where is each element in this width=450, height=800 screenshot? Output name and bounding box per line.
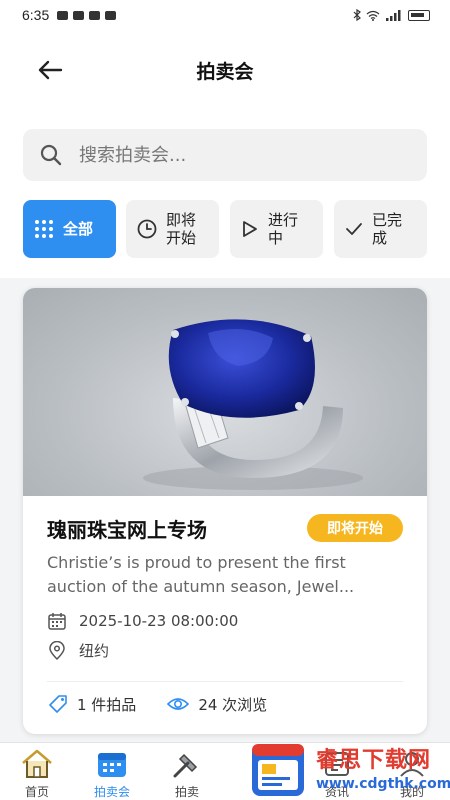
home-icon — [22, 749, 52, 778]
status-filter-bar: 全部 即将 开始 进行 中 已完 成 — [0, 196, 450, 278]
search-input[interactable] — [79, 144, 379, 166]
watermark-url: www.cdgthk.com — [316, 776, 450, 792]
auction-location-row: 纽约 — [47, 640, 109, 661]
auction-card[interactable]: 瑰丽珠宝网上专场 即将开始 Christie’s is proud to pre… — [23, 288, 427, 734]
notification-icons — [57, 10, 117, 20]
calendar-icon — [98, 753, 126, 777]
arrow-left-icon — [38, 60, 63, 80]
nav-home-label: 首页 — [24, 785, 49, 799]
check-icon — [346, 223, 362, 235]
status-bar: 6:35 — [0, 0, 450, 30]
filter-all[interactable]: 全部 — [23, 200, 116, 258]
location-pin-icon — [49, 640, 65, 660]
sapphire-ring-image — [143, 319, 363, 490]
alarm-icon — [105, 10, 117, 20]
play-icon — [243, 221, 257, 237]
nav-auctions[interactable]: 拍卖会 — [82, 749, 142, 800]
filter-completed[interactable]: 已完 成 — [334, 200, 427, 258]
watermark-name: 睿思下载网 — [316, 748, 432, 773]
back-button[interactable] — [34, 56, 66, 84]
auction-cover-image — [23, 288, 427, 496]
header: 拍卖会 — [0, 30, 450, 110]
watermark-logo-icon — [252, 744, 304, 796]
search-icon — [40, 144, 62, 166]
wifi-icon — [366, 10, 380, 21]
nav-auctions-label: 拍卖会 — [93, 785, 130, 799]
tag-icon — [49, 695, 67, 713]
filter-ongoing[interactable]: 进行 中 — [230, 200, 323, 258]
filter-all-label: 全部 — [63, 220, 94, 238]
filter-completed-label: 已完 成 — [372, 211, 403, 247]
page-title: 拍卖会 — [196, 60, 254, 83]
filter-upcoming-label: 即将 开始 — [166, 211, 197, 247]
nfc-icon — [89, 10, 101, 20]
eye-icon — [167, 698, 190, 710]
search-section — [0, 110, 450, 196]
status-time: 6:35 — [22, 7, 50, 23]
clock-icon — [137, 219, 157, 239]
watermark: 睿思下载网 www.cdgthk.com — [248, 740, 450, 800]
views-count: 24 次浏览 — [166, 694, 267, 715]
filter-ongoing-label: 进行 中 — [268, 211, 299, 247]
card-divider — [47, 681, 403, 682]
nav-bidding-label: 拍卖 — [174, 785, 199, 799]
system-icons — [353, 9, 430, 21]
status-badge: 即将开始 — [307, 514, 403, 542]
nav-home[interactable]: 首页 — [7, 749, 67, 800]
lots-count: 1 件拍品 — [47, 693, 136, 715]
auction-stats: 1 件拍品 24 次浏览 — [47, 693, 267, 715]
bluetooth-icon — [353, 9, 361, 21]
battery-icon — [408, 9, 430, 21]
auction-title: 瑰丽珠宝网上专场 — [47, 518, 207, 542]
auction-location: 纽约 — [79, 642, 110, 660]
nav-bidding[interactable]: 拍卖 — [157, 749, 217, 800]
grid-icon — [35, 220, 53, 238]
views-count-label: 24 次浏览 — [198, 695, 268, 714]
app-notification-icon — [73, 10, 85, 20]
signal-icon — [386, 9, 401, 21]
auction-date: 2025-10-23 08:00:00 — [79, 612, 239, 630]
hammer-icon — [173, 753, 198, 778]
auction-date-row: 2025-10-23 08:00:00 — [47, 611, 238, 631]
filter-upcoming[interactable]: 即将 开始 — [126, 200, 219, 258]
lots-count-label: 1 件拍品 — [77, 695, 137, 714]
auction-description: Christie’s is proud to present the first… — [47, 553, 355, 596]
message-icon — [57, 10, 69, 20]
calendar-icon — [48, 613, 66, 630]
search-bar[interactable] — [23, 129, 427, 181]
